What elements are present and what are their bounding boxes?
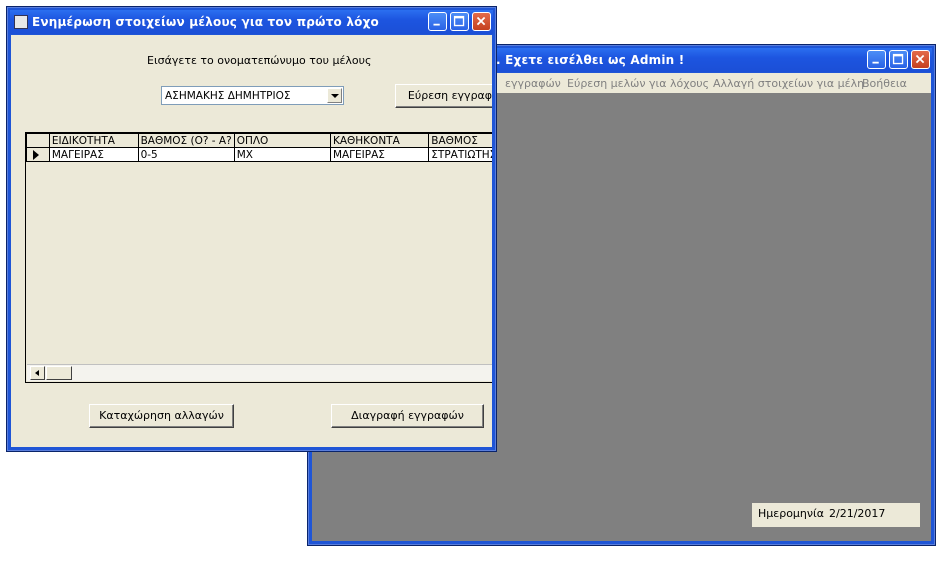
column-header[interactable]: ΟΠΛΟ	[233, 133, 331, 148]
main-window-title: . Εχετε εισέλθει ως Admin !	[496, 53, 685, 67]
member-select[interactable]: ΑΣΗΜΑΚΗΣ ΔΗΜΗΤΡΙΟΣ	[161, 86, 344, 105]
scrollbar-thumb[interactable]	[46, 366, 72, 380]
minimize-button[interactable]	[867, 50, 886, 69]
menu-item-records[interactable]: εγγραφών	[505, 77, 561, 90]
grid-cell[interactable]: ΜΑΓΕΙΡΑΣ	[329, 147, 430, 162]
close-icon	[476, 16, 486, 26]
grid-cell[interactable]: ΜΧ	[233, 147, 331, 162]
menu-item-find-members[interactable]: Εύρεση μελών για λόχους	[567, 77, 709, 90]
column-header[interactable]: ΕΙΔΙΚΟΤΗΤΑ	[48, 133, 139, 148]
dialog-maximize-button[interactable]	[450, 12, 469, 31]
dialog-client: Εισάγετε το ονοματεπώνυμο του μέλους ΑΣΗ…	[11, 35, 492, 447]
close-icon	[915, 54, 925, 64]
grid-cell[interactable]: 0-5	[137, 147, 235, 162]
chevron-down-icon[interactable]	[327, 88, 342, 103]
column-header[interactable]: ΚΑΘΗΚΟΝΤΑ	[329, 133, 430, 148]
dialog-title: Ενημέρωση στοιχείων μέλους για τον πρώτο…	[32, 15, 379, 29]
dialog-close-button[interactable]	[472, 12, 491, 31]
maximize-button[interactable]	[889, 50, 908, 69]
dialog-minimize-button[interactable]	[428, 12, 447, 31]
app-icon	[14, 15, 28, 29]
column-header[interactable]: ΒΑΘΜΟΣ	[428, 133, 492, 148]
member-grid[interactable]: ΕΙΔΙΚΟΤΗΤΑ ΒΑΘΜΟΣ (Ο? - Α? ΟΠΛΟ ΚΑΘΗΚΟΝΤ…	[25, 132, 492, 383]
close-button[interactable]	[911, 50, 930, 69]
dialog-titlebar[interactable]: Ενημέρωση στοιχείων μέλους για τον πρώτο…	[10, 10, 493, 34]
grid-corner-cell	[26, 133, 50, 148]
table-row[interactable]: ΜΑΓΕΙΡΑΣ 0-5 ΜΧ ΜΑΓΕΙΡΑΣ ΣΤΡΑΤΙΩΤΗΣ	[26, 147, 492, 162]
member-select-value: ΑΣΗΜΑΚΗΣ ΔΗΜΗΤΡΙΟΣ	[165, 90, 291, 102]
minimize-icon	[872, 61, 879, 64]
maximize-icon	[453, 15, 465, 27]
menu-item-change-members[interactable]: Αλλαγή στοιχείων για μέλη	[713, 77, 864, 90]
minimize-icon	[433, 23, 440, 26]
row-selector[interactable]	[26, 147, 50, 162]
column-header[interactable]: ΒΑΘΜΟΣ (Ο? - Α?	[137, 133, 235, 148]
row-pointer-icon	[33, 150, 39, 160]
member-name-prompt: Εισάγετε το ονοματεπώνυμο του μέλους	[147, 54, 372, 67]
maximize-icon	[892, 53, 904, 65]
delete-records-button[interactable]: Διαγραφή εγγραφών	[331, 404, 484, 428]
grid-header-row: ΕΙΔΙΚΟΤΗΤΑ ΒΑΘΜΟΣ (Ο? - Α? ΟΠΛΟ ΚΑΘΗΚΟΝΤ…	[26, 133, 492, 148]
grid-cell[interactable]: ΣΤΡΑΤΙΩΤΗΣ	[428, 147, 492, 162]
grid-cell[interactable]: ΜΑΓΕΙΡΑΣ	[48, 147, 139, 162]
scroll-left-icon[interactable]	[30, 366, 45, 380]
menu-item-help[interactable]: Βοήθεια	[862, 77, 907, 90]
update-member-dialog: Ενημέρωση στοιχείων μέλους για τον πρώτο…	[6, 6, 497, 452]
search-record-button[interactable]: Εύρεση εγγραφ	[395, 84, 492, 108]
status-date-panel: Ημερομηνία 2/21/2017	[752, 503, 920, 527]
date-value: 2/21/2017	[829, 507, 886, 520]
save-changes-button[interactable]: Καταχώρηση αλλαγών	[89, 404, 234, 428]
horizontal-scrollbar[interactable]	[27, 364, 492, 381]
date-label: Ημερομηνία	[758, 507, 825, 520]
